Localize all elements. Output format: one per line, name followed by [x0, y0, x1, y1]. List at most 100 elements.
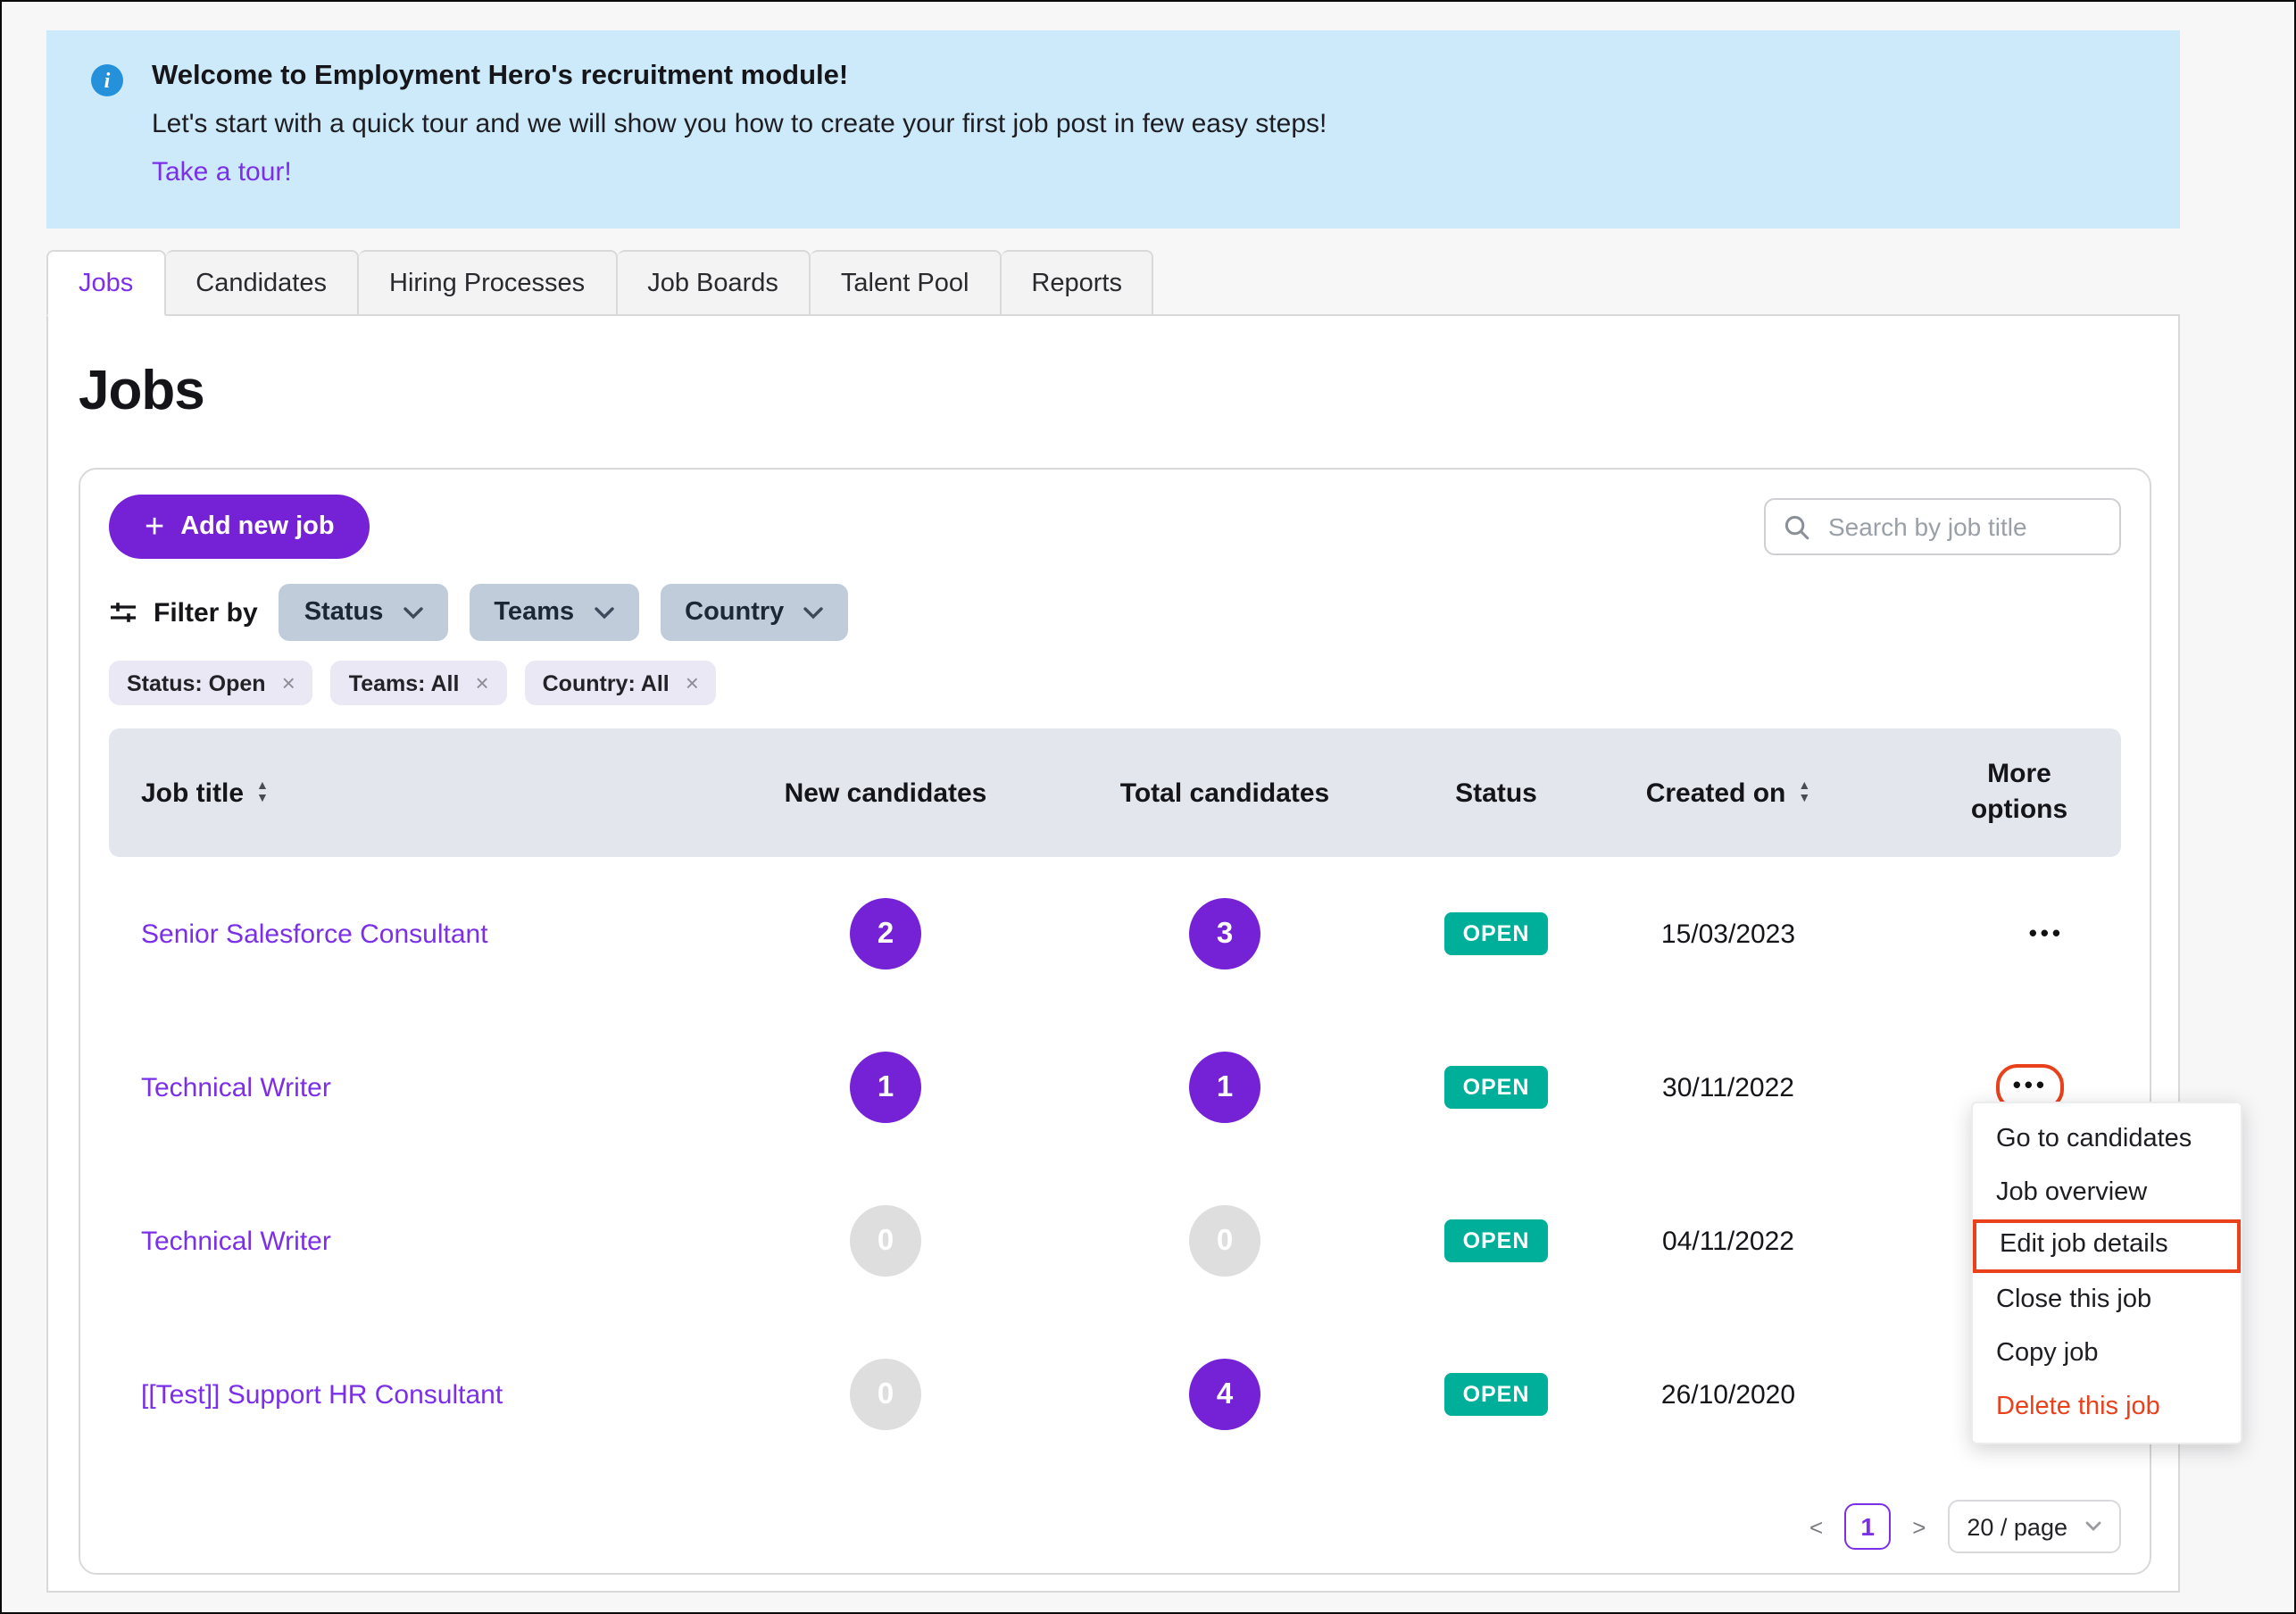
chip-country-all: Country: All × [524, 661, 717, 705]
status-badge: OPEN [1444, 912, 1548, 955]
teams-dropdown-label: Teams [494, 598, 575, 627]
menu-item-copy-job[interactable]: Copy job [1973, 1327, 2241, 1380]
chevron-down-icon [2085, 1521, 2101, 1532]
column-created-on: Created on ▲ ▼ [1646, 778, 1811, 808]
add-new-job-button[interactable]: + Add new job [109, 495, 370, 559]
menu-item-close-this-job[interactable]: Close this job [1973, 1273, 2241, 1327]
search-box [1764, 498, 2121, 555]
status-filter-dropdown[interactable]: Status [279, 584, 448, 641]
tab-candidates[interactable]: Candidates [165, 250, 359, 316]
created-on-date: 15/03/2023 [1660, 919, 1796, 949]
more-options-button[interactable]: ••• [2013, 1071, 2048, 1098]
chip-label: Status: Open [127, 670, 266, 695]
column-label: New candidates [784, 778, 987, 808]
job-title-link[interactable]: Senior Salesforce Consultant [109, 919, 488, 949]
banner-title: Welcome to Employment Hero's recruitment… [152, 61, 849, 91]
new-candidates-count: 1 [850, 1052, 921, 1123]
new-candidates-count: 0 [850, 1359, 921, 1430]
chip-teams-all: Teams: All × [330, 661, 507, 705]
total-candidates-count: 0 [1189, 1205, 1260, 1277]
job-title-link[interactable]: Technical Writer [109, 1072, 331, 1102]
close-icon[interactable]: × [686, 670, 699, 696]
status-dropdown-label: Status [304, 598, 384, 627]
menu-item-job-overview[interactable]: Job overview [1973, 1166, 2241, 1219]
table-row: [[Test]] Support HR Consultant 0 4 OPEN … [109, 1318, 2121, 1471]
tab-job-boards[interactable]: Job Boards [617, 250, 811, 316]
close-icon[interactable]: × [475, 670, 488, 696]
chip-label: Country: All [542, 670, 670, 695]
welcome-banner: i Welcome to Employment Hero's recruitme… [46, 30, 2180, 229]
table-row: Senior Salesforce Consultant 2 3 OPEN 15… [109, 857, 2121, 1011]
page-title: Jobs [79, 359, 205, 421]
add-new-job-label: Add new job [180, 512, 335, 541]
total-candidates-count: 1 [1189, 1052, 1260, 1123]
page-size-select[interactable]: 20 / page [1947, 1500, 2121, 1553]
prev-page-button[interactable]: < [1809, 1513, 1823, 1540]
column-more-options: More options [1970, 758, 2068, 826]
column-status: Status [1455, 778, 1537, 808]
created-on-date: 04/11/2022 [1662, 1226, 1794, 1256]
filter-by-label: Filter by [154, 597, 258, 628]
pagination: < 1 > 20 / page [109, 1500, 2121, 1553]
filter-icon [109, 600, 137, 625]
chip-status-open: Status: Open × [109, 661, 313, 705]
filter-by: Filter by [109, 597, 258, 628]
table-row: Technical Writer 1 1 OPEN 30/11/2022 ••• [109, 1011, 2121, 1164]
new-candidates-count: 2 [850, 898, 921, 969]
menu-item-edit-job-details[interactable]: Edit job details [1973, 1219, 2241, 1273]
status-badge: OPEN [1444, 1066, 1548, 1109]
job-title-link[interactable]: Technical Writer [109, 1226, 331, 1256]
toolbar: + Add new job [109, 495, 2121, 559]
info-icon: i [91, 64, 123, 96]
total-candidates-count: 3 [1189, 898, 1260, 969]
banner-subtitle: Let's start with a quick tour and we wil… [152, 109, 1327, 139]
teams-filter-dropdown[interactable]: Teams [469, 584, 639, 641]
tab-talent-pool[interactable]: Talent Pool [810, 250, 1002, 316]
applied-filters: Status: Open × Teams: All × Country: All… [109, 661, 2121, 705]
menu-item-go-to-candidates[interactable]: Go to candidates [1973, 1112, 2241, 1166]
column-label: Total candidates [1119, 778, 1330, 808]
chevron-down-icon [403, 606, 423, 619]
plus-icon: + [145, 508, 165, 545]
column-label: Status [1455, 778, 1537, 808]
page-size-label: 20 / page [1967, 1513, 2067, 1540]
current-page-button[interactable]: 1 [1844, 1503, 1892, 1550]
status-badge: OPEN [1444, 1373, 1548, 1416]
table-header: Job title ▲ ▼ New candidates Total candid… [109, 728, 2121, 857]
more-options-cell: ••• [2029, 918, 2064, 950]
filter-row: Filter by Status Teams Country [109, 584, 2121, 641]
tab-bar: Jobs Candidates Hiring Processes Job Boa… [46, 250, 1154, 316]
chevron-down-icon [594, 606, 613, 619]
tab-hiring-processes[interactable]: Hiring Processes [359, 250, 618, 316]
jobs-card: + Add new job Filter by [79, 468, 2151, 1575]
search-icon [1784, 513, 1810, 540]
app-root: i Welcome to Employment Hero's recruitme… [0, 0, 2296, 1614]
column-new-candidates: New candidates [785, 778, 987, 808]
country-filter-dropdown[interactable]: Country [660, 584, 849, 641]
next-page-button[interactable]: > [1912, 1513, 1926, 1540]
status-badge: OPEN [1444, 1219, 1548, 1262]
search-input[interactable] [1825, 511, 2101, 543]
take-a-tour-link[interactable]: Take a tour! [152, 157, 292, 187]
tab-reports[interactable]: Reports [1001, 250, 1154, 316]
chevron-down-icon [803, 606, 824, 619]
new-candidates-count: 0 [850, 1205, 921, 1277]
created-on-date: 30/11/2022 [1662, 1072, 1794, 1102]
sort-icon[interactable]: ▲ ▼ [1798, 780, 1810, 805]
column-label: Job title [141, 778, 245, 808]
menu-item-delete-this-job[interactable]: Delete this job [1973, 1380, 2241, 1434]
column-label: Created on [1645, 778, 1786, 808]
close-icon[interactable]: × [282, 670, 295, 696]
column-total-candidates: Total candidates [1120, 778, 1330, 808]
context-menu: Go to candidates Job overview Edit job d… [1971, 1102, 2242, 1444]
more-options-button[interactable]: ••• [2029, 919, 2064, 946]
sort-icon[interactable]: ▲ ▼ [256, 780, 269, 805]
job-title-link[interactable]: [[Test]] Support HR Consultant [109, 1379, 503, 1410]
column-job-title: Job title ▲ ▼ [109, 778, 269, 808]
tab-jobs[interactable]: Jobs [46, 250, 166, 316]
created-on-date: 26/10/2020 [1660, 1379, 1796, 1410]
table-row: Technical Writer 0 0 OPEN 04/11/2022 ••• [109, 1164, 2121, 1318]
chip-label: Teams: All [348, 670, 460, 695]
total-candidates-count: 4 [1189, 1359, 1260, 1430]
jobs-panel: Jobs + Add new job Search by job title F… [46, 314, 2180, 1593]
